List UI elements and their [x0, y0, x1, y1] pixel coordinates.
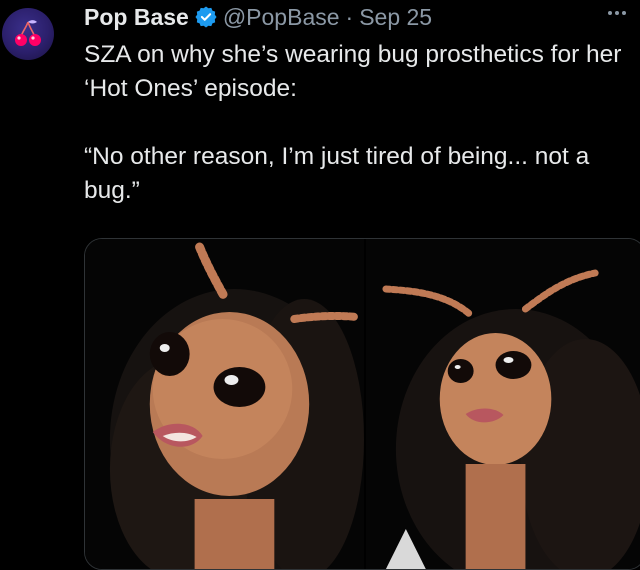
bug-prosthetic-photo-right: [366, 239, 640, 569]
media-image-right[interactable]: [366, 239, 640, 569]
verified-badge-icon: [195, 6, 217, 28]
tweet-date[interactable]: Sep 25: [359, 4, 432, 31]
header-separator: ·: [345, 3, 354, 30]
tweet[interactable]: Pop Base @PopBase · Sep 25 SZA on why sh…: [0, 0, 640, 570]
cherry-avatar-icon: [15, 20, 41, 46]
more-dots-icon[interactable]: [604, 2, 630, 28]
tweet-header: Pop Base @PopBase · Sep 25: [84, 1, 626, 33]
avatar[interactable]: [2, 8, 54, 60]
tweet-media[interactable]: [84, 238, 640, 570]
author-name[interactable]: Pop Base: [84, 4, 189, 31]
media-image-left[interactable]: [85, 239, 366, 569]
bug-prosthetic-photo-left: [85, 239, 364, 569]
tweet-text: SZA on why she’s wearing bug prosthetics…: [84, 41, 622, 204]
author-handle[interactable]: @PopBase: [223, 4, 340, 31]
